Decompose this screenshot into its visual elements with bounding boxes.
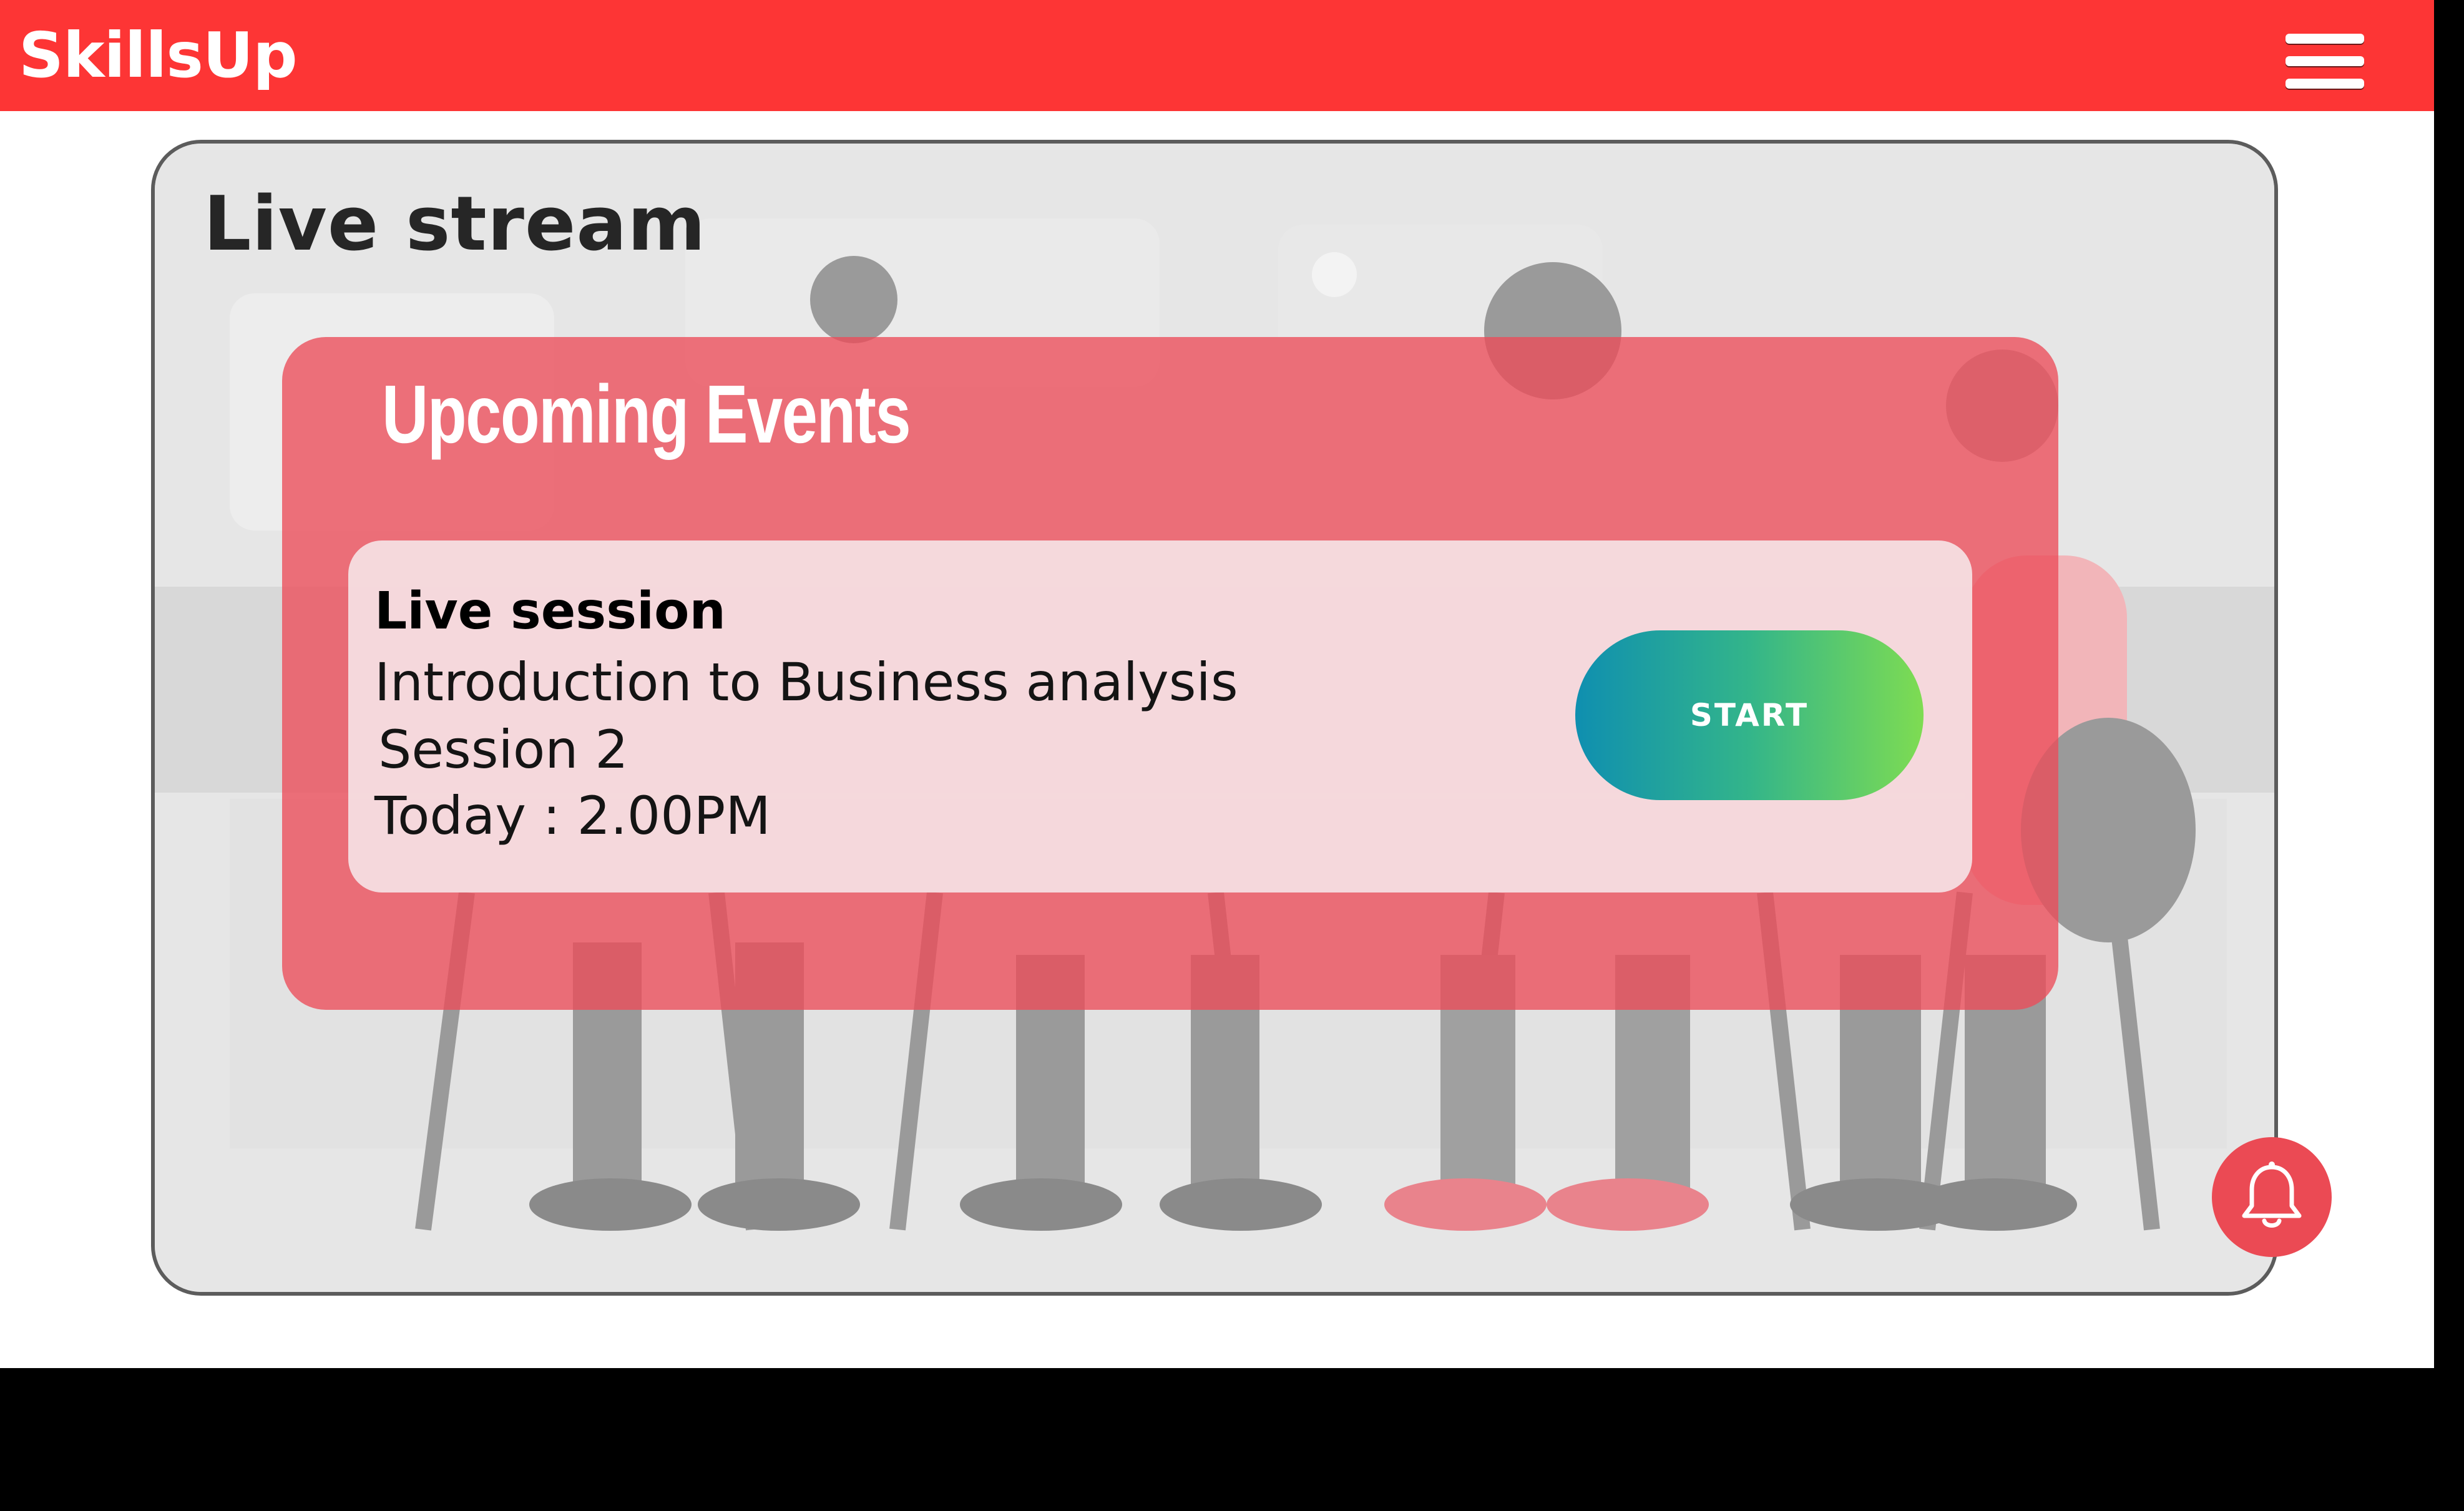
live-stream-title: Live stream (203, 181, 706, 268)
session-course-title: Introduction to Business analysis (374, 652, 1238, 713)
menu-line (2286, 56, 2364, 66)
menu-line (2286, 34, 2364, 44)
notification-bell-button[interactable] (2212, 1137, 2332, 1257)
upcoming-events-title: Upcoming Events (382, 368, 911, 460)
bell-icon (2242, 1161, 2302, 1228)
session-number: Session 2 (378, 719, 628, 780)
app-screen: SkillsUp Live stream Upcoming Events Liv… (0, 0, 2434, 1368)
hamburger-menu-icon[interactable] (2283, 29, 2370, 96)
brand-logo[interactable]: SkillsUp (19, 19, 298, 92)
top-navigation-bar: SkillsUp (0, 0, 2434, 111)
session-time: Today : 2.00PM (374, 785, 771, 846)
session-type-label: Live session (374, 582, 726, 641)
menu-line (2286, 79, 2364, 89)
live-session-card: Live session Introduction to Business an… (348, 540, 1972, 892)
start-session-button[interactable]: START (1575, 630, 1924, 800)
